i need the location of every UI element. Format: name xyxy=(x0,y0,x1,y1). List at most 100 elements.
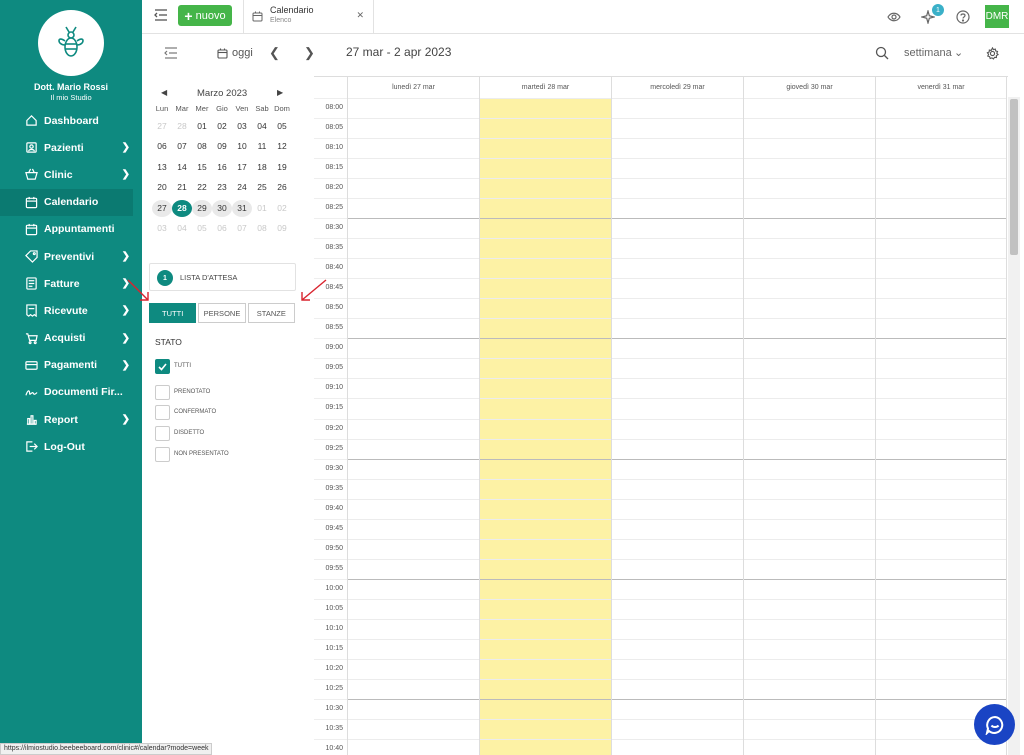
sidebar-item-pagamenti[interactable]: Pagamenti ❯ xyxy=(0,352,142,379)
checkbox[interactable] xyxy=(155,385,170,400)
time-slot[interactable] xyxy=(876,558,1006,579)
time-slot[interactable] xyxy=(480,518,611,539)
time-slot[interactable] xyxy=(876,458,1006,479)
time-slot[interactable] xyxy=(480,198,611,218)
sidebar-item-acquisti[interactable]: Acquisti ❯ xyxy=(0,325,142,352)
time-slot[interactable] xyxy=(480,498,611,519)
time-slot[interactable] xyxy=(612,238,743,258)
today-button[interactable]: oggi xyxy=(217,47,253,59)
day-cell[interactable]: 08 xyxy=(192,138,212,155)
time-slot[interactable] xyxy=(348,238,479,258)
time-slot[interactable] xyxy=(876,518,1006,539)
day-cell[interactable]: 01 xyxy=(192,118,212,135)
time-slot[interactable] xyxy=(348,198,479,218)
time-slot[interactable] xyxy=(480,238,611,258)
time-slot[interactable] xyxy=(612,618,743,639)
day-cell[interactable]: 27 xyxy=(152,199,172,217)
time-slot[interactable] xyxy=(480,258,611,278)
time-slot[interactable] xyxy=(876,638,1006,659)
tab-calendario[interactable]: Calendario Elenco ✕ xyxy=(243,0,374,34)
time-slot[interactable] xyxy=(348,398,479,418)
time-slot[interactable] xyxy=(348,118,479,138)
sidebar-item-preventivi[interactable]: Preventivi ❯ xyxy=(0,243,142,270)
time-slot[interactable] xyxy=(744,278,875,298)
time-slot[interactable] xyxy=(480,298,611,318)
time-slot[interactable] xyxy=(744,558,875,579)
time-slot[interactable] xyxy=(744,478,875,499)
triangle-right-icon[interactable]: ▶ xyxy=(277,88,283,97)
time-slot[interactable] xyxy=(876,578,1006,599)
time-slot[interactable] xyxy=(480,678,611,699)
checkbox[interactable] xyxy=(155,426,170,441)
time-slot[interactable] xyxy=(612,498,743,519)
time-slot[interactable] xyxy=(612,318,743,338)
time-slot[interactable] xyxy=(612,458,743,479)
time-slot[interactable] xyxy=(480,638,611,659)
day-cell[interactable]: 07 xyxy=(232,220,252,237)
time-slot[interactable] xyxy=(348,218,479,238)
time-slot[interactable] xyxy=(876,258,1006,278)
time-slot[interactable] xyxy=(480,438,611,459)
stato-option-disdetto[interactable]: DISDETTO xyxy=(155,426,305,441)
time-slot[interactable] xyxy=(612,698,743,719)
sidebar-item-fatture[interactable]: Fatture ❯ xyxy=(0,270,142,297)
chat-button[interactable] xyxy=(974,704,1015,745)
day-cell[interactable]: 28 xyxy=(172,118,192,135)
close-icon[interactable]: ✕ xyxy=(356,10,364,21)
stato-option-prenotato[interactable]: PRENOTATO xyxy=(155,385,305,400)
time-slot[interactable] xyxy=(348,658,479,679)
time-slot[interactable] xyxy=(744,739,875,755)
time-slot[interactable] xyxy=(348,718,479,739)
time-slot[interactable] xyxy=(480,618,611,639)
time-slot[interactable] xyxy=(876,378,1006,398)
time-slot[interactable] xyxy=(480,218,611,238)
help-icon[interactable] xyxy=(956,10,970,24)
time-slot[interactable] xyxy=(612,538,743,559)
view-select[interactable]: settimana xyxy=(904,47,952,59)
time-slot[interactable] xyxy=(612,178,743,198)
time-slot[interactable] xyxy=(744,98,875,118)
chevron-down-icon[interactable]: ⌄ xyxy=(954,46,963,59)
day-cell[interactable]: 04 xyxy=(252,118,272,135)
time-slot[interactable] xyxy=(348,318,479,338)
time-slot[interactable] xyxy=(744,678,875,699)
eye-icon[interactable] xyxy=(887,10,901,24)
day-header[interactable]: mercoledì 29 mar xyxy=(611,77,743,98)
time-slot[interactable] xyxy=(480,158,611,178)
day-cell[interactable]: 08 xyxy=(252,220,272,237)
time-slot[interactable] xyxy=(876,618,1006,639)
day-header[interactable]: giovedì 30 mar xyxy=(743,77,875,98)
time-slot[interactable] xyxy=(480,318,611,338)
time-slot[interactable] xyxy=(348,358,479,378)
time-slot[interactable] xyxy=(876,438,1006,459)
time-slot[interactable] xyxy=(612,258,743,278)
time-slot[interactable] xyxy=(480,338,611,358)
time-slot[interactable] xyxy=(744,258,875,278)
time-slot[interactable] xyxy=(876,658,1006,679)
day-cell[interactable]: 01 xyxy=(252,200,272,217)
time-slot[interactable] xyxy=(876,118,1006,138)
time-slot[interactable] xyxy=(348,598,479,619)
time-slot[interactable] xyxy=(876,478,1006,499)
time-slot[interactable] xyxy=(744,578,875,599)
time-slot[interactable] xyxy=(744,358,875,378)
day-cell[interactable]: 09 xyxy=(212,138,232,155)
time-slot[interactable] xyxy=(612,98,743,118)
day-cell[interactable]: 17 xyxy=(232,159,252,176)
day-cell[interactable]: 27 xyxy=(152,118,172,135)
time-slot[interactable] xyxy=(744,218,875,238)
time-slot[interactable] xyxy=(744,398,875,418)
time-slot[interactable] xyxy=(612,398,743,418)
time-slot[interactable] xyxy=(876,198,1006,218)
time-slot[interactable] xyxy=(480,598,611,619)
time-slot[interactable] xyxy=(480,178,611,198)
time-slot[interactable] xyxy=(744,658,875,679)
day-cell[interactable]: 18 xyxy=(252,159,272,176)
chevron-left-icon[interactable]: ❮ xyxy=(269,45,280,61)
time-slot[interactable] xyxy=(744,418,875,439)
time-slot[interactable] xyxy=(876,598,1006,619)
stato-option-confermato[interactable]: CONFERMATO xyxy=(155,405,305,420)
time-slot[interactable] xyxy=(348,558,479,579)
day-cell[interactable]: 14 xyxy=(172,159,192,176)
day-cell[interactable]: 24 xyxy=(232,179,252,196)
